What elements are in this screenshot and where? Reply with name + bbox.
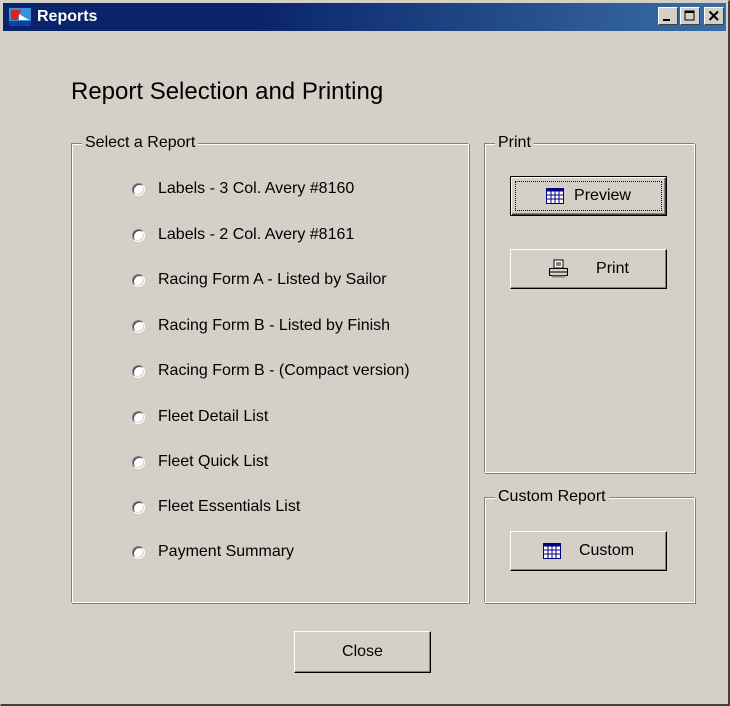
page-title: Report Selection and Printing (71, 78, 384, 105)
close-label: Close (342, 643, 383, 660)
radio-button[interactable] (132, 455, 145, 469)
minimize-icon (663, 19, 670, 21)
radio-label: Racing Form B - Listed by Finish (158, 317, 391, 334)
focus-rectangle (515, 181, 662, 211)
radio-label: Payment Summary (158, 543, 295, 560)
radio-label: Racing Form A - Listed by Sailor (158, 271, 387, 288)
close-icon (708, 10, 719, 21)
preview-button[interactable]: Preview (510, 176, 667, 216)
minimize-button[interactable] (658, 7, 678, 25)
print-label: Print (596, 260, 629, 277)
app-icon (9, 8, 31, 26)
select-report-group: Select a Report Labels - 3 Col. Avery #8… (71, 134, 469, 603)
radio-button[interactable] (132, 319, 145, 333)
radio-option-2[interactable]: Labels - 2 Col. Avery #8161 (132, 224, 354, 246)
radio-label: Fleet Detail List (158, 408, 269, 425)
custom-grid-icon (542, 543, 561, 559)
print-legend: Print (495, 134, 534, 152)
radio-option-9[interactable]: Payment Summary (132, 541, 294, 563)
select-report-legend: Select a Report (82, 134, 199, 152)
printer-icon (549, 259, 569, 278)
radio-option-5[interactable]: Racing Form B - (Compact version) (132, 360, 410, 382)
radio-option-3[interactable]: Racing Form A - Listed by Sailor (132, 269, 387, 291)
radio-button[interactable] (132, 545, 145, 559)
radio-label: Fleet Quick List (158, 453, 269, 470)
radio-option-7[interactable]: Fleet Quick List (132, 451, 268, 473)
title-bar[interactable]: Reports (3, 3, 726, 31)
custom-report-legend: Custom Report (495, 488, 609, 506)
radio-option-1[interactable]: Labels - 3 Col. Avery #8160 (132, 178, 354, 200)
window-title: Reports (37, 8, 98, 25)
radio-option-4[interactable]: Racing Form B - Listed by Finish (132, 315, 390, 337)
radio-button[interactable] (132, 273, 145, 287)
radio-label: Labels - 3 Col. Avery #8160 (158, 180, 355, 197)
radio-option-6[interactable]: Fleet Detail List (132, 406, 268, 428)
print-button[interactable]: Print (510, 249, 667, 289)
radio-button[interactable] (132, 410, 145, 424)
radio-button[interactable] (132, 500, 145, 514)
close-button[interactable]: Close (294, 631, 431, 673)
radio-button[interactable] (132, 364, 145, 378)
radio-button[interactable] (132, 182, 145, 196)
maximize-button[interactable] (680, 7, 700, 25)
radio-option-8[interactable]: Fleet Essentials List (132, 496, 300, 518)
radio-button[interactable] (132, 228, 145, 242)
radio-label: Fleet Essentials List (158, 498, 301, 515)
close-window-button[interactable] (704, 7, 724, 25)
custom-label: Custom (578, 542, 635, 559)
custom-button[interactable]: Custom (510, 531, 667, 571)
reports-window: Reports Report Selection and Printing Se… (0, 0, 730, 706)
radio-label: Labels - 2 Col. Avery #8161 (158, 226, 355, 243)
radio-label: Racing Form B - (Compact version) (158, 362, 410, 379)
maximize-icon (684, 10, 695, 21)
